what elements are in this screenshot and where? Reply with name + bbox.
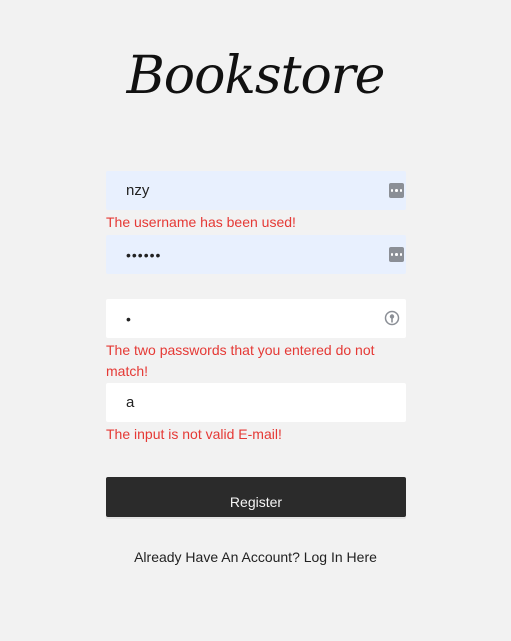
key-icon[interactable] <box>384 310 400 326</box>
confirm-password-field[interactable]: • <box>106 299 406 338</box>
bookstore-logo: Bookstore <box>126 46 386 106</box>
password-field[interactable]: •••••• <box>106 235 406 274</box>
username-field[interactable]: nzy <box>106 171 406 210</box>
confirm-password-value: • <box>126 310 132 327</box>
register-button[interactable]: Register <box>106 477 406 517</box>
username-value: nzy <box>126 182 150 199</box>
email-value: a <box>126 394 135 411</box>
confirm-password-error: The two passwords that you entered do no… <box>106 342 375 379</box>
password-manager-icon[interactable] <box>389 247 404 262</box>
login-link[interactable]: Already Have An Account? Log In Here <box>0 549 511 565</box>
email-error: The input is not valid E-mail! <box>106 426 282 442</box>
email-field[interactable]: a <box>106 383 406 422</box>
username-error: The username has been used! <box>106 214 296 230</box>
password-manager-icon[interactable] <box>389 183 404 198</box>
password-value: •••••• <box>126 246 162 263</box>
